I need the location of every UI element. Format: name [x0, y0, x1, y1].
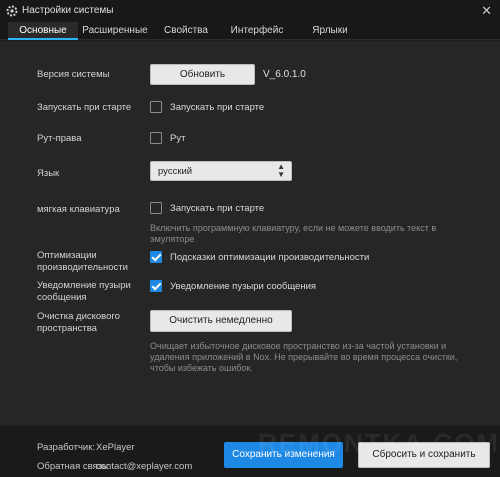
disk-hint-2: удаления приложений в Nox. Не прерывайте…	[150, 352, 458, 362]
settings-gear-icon	[6, 5, 18, 17]
optimization-label-2: производительности	[37, 262, 128, 273]
optimization-checkbox-label[interactable]: Подсказки оптимизации производительности	[170, 252, 369, 263]
tab-basic[interactable]: Основные	[8, 22, 78, 40]
save-changes-button[interactable]: Сохранить изменения	[224, 442, 343, 468]
soft-keyboard-checkbox[interactable]	[150, 202, 162, 214]
tab-interface[interactable]: Интерфейс	[222, 22, 292, 40]
footer: Разработчик: XePlayer Обратная связь: co…	[0, 426, 500, 477]
update-button[interactable]: Обновить	[150, 64, 255, 85]
soft-keyboard-checkbox-label[interactable]: Запускать при старте	[170, 203, 264, 214]
optimization-checkbox[interactable]	[150, 251, 162, 263]
tab-shortcuts[interactable]: Ярлыки	[300, 22, 360, 40]
clean-now-button[interactable]: Очистить немедленно	[150, 310, 292, 332]
root-label: Рут-права	[37, 133, 82, 144]
autostart-checkbox-label[interactable]: Запускать при старте	[170, 102, 264, 113]
tab-properties[interactable]: Свойства	[155, 22, 217, 40]
bubble-checkbox-label[interactable]: Уведомление пузыри сообщения	[170, 281, 316, 292]
language-select[interactable]: русский ▲ ▼	[150, 161, 292, 181]
language-label: Язык	[37, 168, 60, 179]
bubble-checkbox[interactable]	[150, 280, 162, 292]
bubble-label-2: сообщения	[37, 292, 87, 303]
developer-label: Разработчик:	[37, 442, 96, 453]
soft-keyboard-hint-1: Включить программную клавиатуру, если не…	[150, 223, 437, 233]
reset-and-save-button[interactable]: Сбросить и сохранить	[358, 442, 490, 468]
version-value: V_6.0.1.0	[263, 69, 306, 80]
disk-label-2: пространства	[37, 323, 97, 334]
version-label: Версия системы	[37, 69, 110, 80]
soft-keyboard-label: мягкая клавиатура	[37, 204, 120, 215]
disk-hint-1: Очищает избыточное дисковое пространство…	[150, 341, 447, 351]
select-arrows-icon: ▲ ▼	[277, 162, 285, 179]
autostart-checkbox[interactable]	[150, 101, 162, 113]
root-checkbox-label[interactable]: Рут	[170, 133, 185, 144]
title-bar: Настройки системы ✕	[0, 0, 500, 22]
close-icon[interactable]: ✕	[481, 4, 492, 17]
soft-keyboard-hint-2: эмуляторе	[150, 234, 195, 244]
root-checkbox[interactable]	[150, 132, 162, 144]
feedback-email[interactable]: contact@xeplayer.com	[96, 461, 192, 472]
optimization-label-1: Оптимизации	[37, 250, 97, 261]
window-title: Настройки системы	[22, 5, 114, 16]
language-value: русский	[158, 166, 193, 177]
settings-panel: Версия системы Обновить V_6.0.1.0 Запуск…	[0, 41, 500, 426]
autostart-label: Запускать при старте	[37, 102, 132, 113]
disk-label-1: Очистка дискового	[37, 311, 120, 322]
bubble-label-1: Уведомление пузыри	[37, 280, 131, 291]
developer-value: XePlayer	[96, 442, 135, 453]
tab-advanced[interactable]: Расширенные	[80, 22, 150, 40]
disk-hint-3: чтобы избежать ошибок.	[150, 363, 253, 373]
tab-bar: Основные Расширенные Свойства Интерфейс …	[0, 22, 500, 40]
